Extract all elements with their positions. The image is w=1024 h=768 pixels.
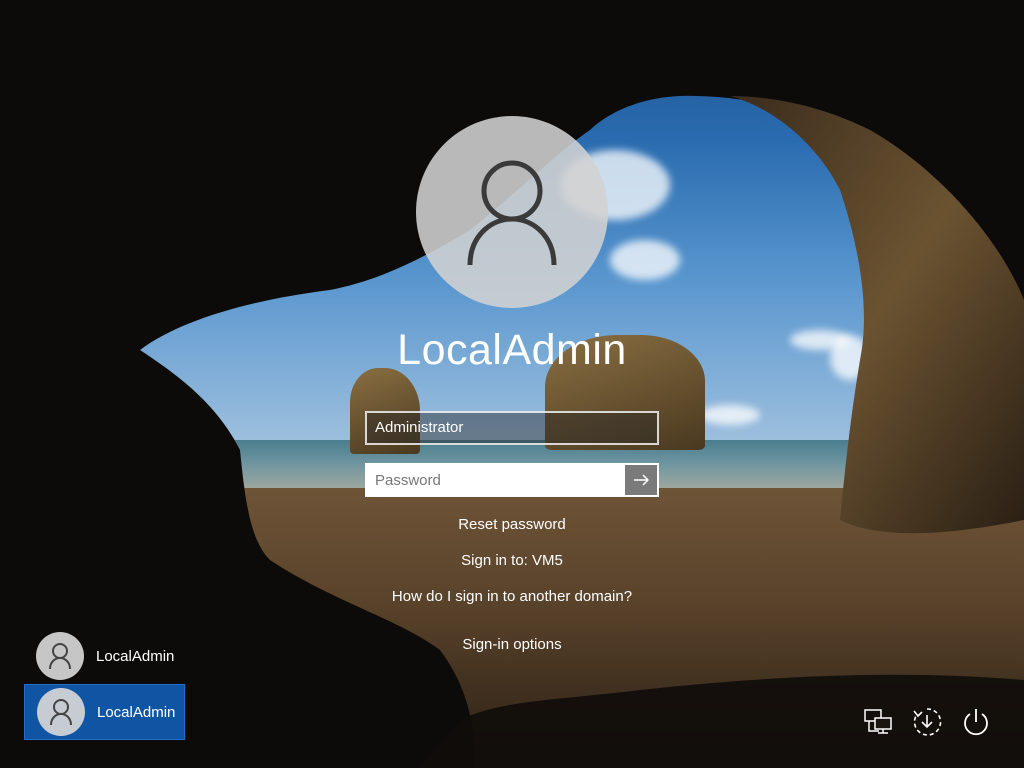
password-box: [365, 463, 659, 497]
arrow-right-icon: [634, 474, 649, 486]
user-tile[interactable]: LocalAdmin: [24, 628, 185, 684]
username-field[interactable]: Administrator: [365, 411, 659, 445]
reset-password-link[interactable]: Reset password: [0, 516, 1024, 533]
network-button[interactable]: [863, 706, 895, 738]
ease-of-access-icon: [913, 708, 942, 736]
power-icon: [964, 709, 988, 736]
user-tile-selected[interactable]: LocalAdmin: [24, 684, 185, 740]
network-icon: [864, 709, 892, 734]
user-avatar-small: [36, 632, 84, 680]
person-icon: [50, 699, 72, 726]
user-avatar-large: [416, 116, 608, 308]
ease-of-access-button[interactable]: [911, 706, 943, 738]
account-name: LocalAdmin: [397, 326, 627, 374]
sign-in-target: Sign in to: VM5: [461, 552, 563, 569]
other-domain-link[interactable]: How do I sign in to another domain?: [0, 588, 1024, 605]
person-icon: [467, 160, 557, 266]
user-tile-label: LocalAdmin: [96, 647, 175, 665]
password-input[interactable]: [367, 465, 625, 495]
person-icon: [49, 643, 71, 670]
user-tile-label: LocalAdmin: [97, 703, 176, 721]
user-avatar-small: [37, 688, 85, 736]
power-button[interactable]: [960, 706, 992, 738]
submit-button[interactable]: [625, 465, 657, 495]
